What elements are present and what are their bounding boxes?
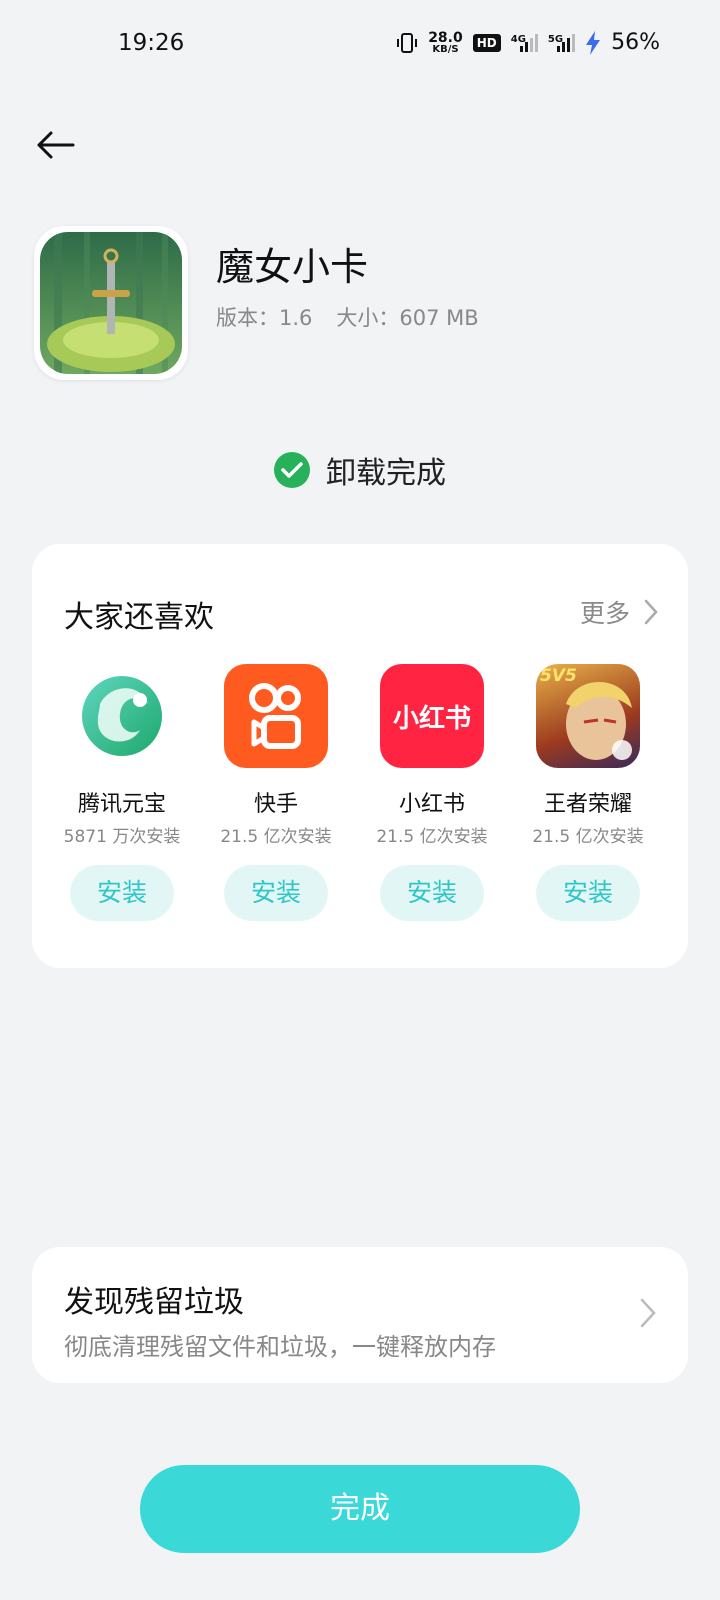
honor-of-kings-icon: 5V5	[536, 664, 640, 768]
recommend-title: 大家还喜欢	[64, 600, 214, 635]
signal-sim1-icon: 4G	[511, 33, 538, 52]
uninstall-status: 卸载完成	[0, 448, 720, 492]
residue-title: 发现残留垃圾	[64, 1285, 244, 1320]
recommend-app-tencent-yuanbao[interactable]: 腾讯元宝 5871 万次安装 安装	[44, 664, 200, 921]
install-button[interactable]: 安装	[70, 865, 174, 921]
tencent-yuanbao-icon	[70, 664, 174, 768]
kuaishou-icon	[224, 664, 328, 768]
app-meta: 版本：1.6 大小：607 MB	[216, 302, 479, 332]
residue-description: 彻底清理残留文件和垃圾，一键释放内存	[64, 1333, 496, 1361]
residue-junk-card[interactable]: 发现残留垃圾 彻底清理残留文件和垃圾，一键释放内存	[32, 1247, 688, 1383]
app-name: 腾讯元宝	[77, 792, 166, 817]
xiaohongshu-icon: 小红书	[380, 664, 484, 768]
charging-icon	[586, 30, 601, 55]
back-arrow-icon	[37, 131, 75, 159]
signal-sim2-icon: 5G	[548, 33, 576, 52]
app-name: 魔女小卡	[216, 245, 369, 289]
chevron-right-icon	[644, 599, 658, 625]
status-icons: 28.0 KB/S HD 4G 5G 56%	[396, 30, 660, 55]
done-button[interactable]: 完成	[140, 1465, 580, 1553]
install-count: 21.5 亿次安装	[532, 827, 644, 847]
recommend-app-kuaishou[interactable]: 快手 21.5 亿次安装 安装	[198, 664, 354, 921]
chevron-right-icon	[640, 1298, 656, 1328]
app-name: 王者荣耀	[543, 792, 632, 817]
net-speed: 28.0 KB/S	[428, 29, 463, 55]
status-time: 19:26	[118, 30, 185, 56]
app-size: 大小：607 MB	[336, 306, 479, 330]
recommend-app-honor-of-kings[interactable]: 5V5 王者荣耀 21.5 亿次安装 安装	[510, 664, 666, 921]
install-button[interactable]: 安装	[224, 865, 328, 921]
sword-in-stone-icon	[40, 232, 182, 374]
uninstall-status-text: 卸载完成	[326, 456, 446, 491]
app-version: 版本：1.6	[216, 306, 313, 330]
app-icon-frame	[34, 226, 188, 380]
more-label: 更多	[579, 599, 630, 628]
recommend-app-xiaohongshu[interactable]: 小红书 小红书 21.5 亿次安装 安装	[354, 664, 510, 921]
install-button[interactable]: 安装	[536, 865, 640, 921]
install-count: 5871 万次安装	[63, 827, 181, 847]
app-name: 小红书	[398, 792, 465, 817]
check-circle-icon	[274, 452, 310, 488]
install-count: 21.5 亿次安装	[376, 827, 488, 847]
install-count: 21.5 亿次安装	[220, 827, 332, 847]
app-icon	[40, 232, 182, 374]
more-button[interactable]: 更多	[580, 594, 658, 630]
install-button[interactable]: 安装	[380, 865, 484, 921]
hd-icon: HD	[472, 33, 501, 52]
app-name: 快手	[253, 792, 298, 817]
recommend-card: 大家还喜欢 更多 腾讯元宝 5871 万次安装 安装 快手 21.5 亿次安装 …	[32, 544, 688, 968]
back-button[interactable]	[30, 122, 80, 168]
vibrate-icon	[397, 32, 418, 53]
battery-percent: 56%	[611, 30, 660, 55]
